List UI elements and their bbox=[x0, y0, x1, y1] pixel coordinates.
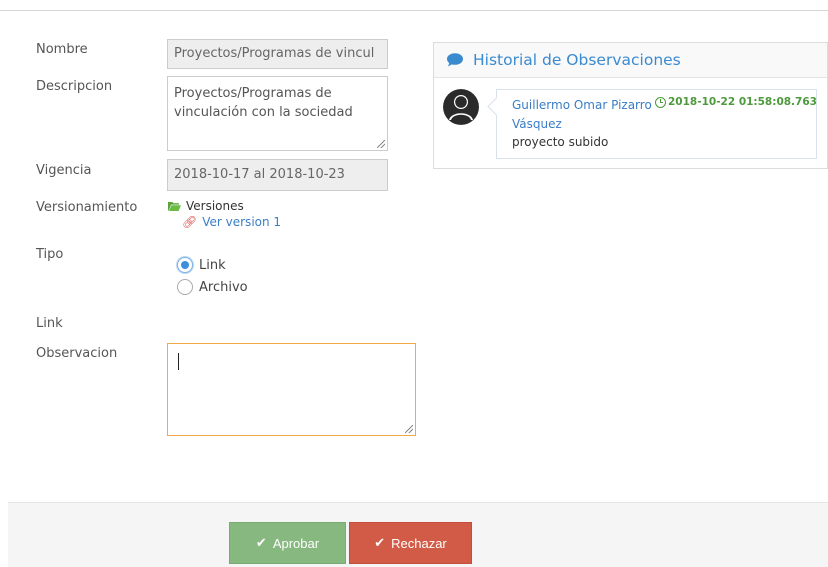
versions-tree: Versiones 🔗︎ Ver version 1 bbox=[168, 199, 281, 229]
descripcion-text: Proyectos/Programas de vinculación con l… bbox=[174, 86, 353, 120]
link-icon: 🔗︎ bbox=[182, 215, 198, 229]
tipo-label: Tipo bbox=[36, 247, 64, 262]
resize-grip-icon[interactable] bbox=[405, 425, 413, 433]
tipo-radio-group: Link Archivo bbox=[177, 254, 248, 298]
vigencia-field[interactable]: 2018-10-17 al 2018-10-23 bbox=[167, 159, 388, 191]
reject-button[interactable]: ✔ Rechazar bbox=[349, 522, 472, 564]
history-message: proyecto subido bbox=[512, 135, 609, 149]
resize-grip-icon[interactable] bbox=[377, 140, 385, 148]
versiones-label: Versiones bbox=[186, 199, 244, 213]
radio-link-label: Link bbox=[199, 257, 226, 273]
vigencia-label: Vigencia bbox=[36, 163, 92, 178]
descripcion-textarea[interactable]: Proyectos/Programas de vinculación con l… bbox=[167, 76, 388, 151]
approve-button[interactable]: ✔ Aprobar bbox=[229, 522, 346, 564]
ver-version-label: Ver version 1 bbox=[202, 215, 282, 229]
history-entry: Guillermo Omar Pizarro Vásquez 2018-10-2… bbox=[443, 89, 817, 159]
observacion-label: Observacion bbox=[36, 346, 118, 361]
tipo-option-link[interactable]: Link bbox=[177, 254, 248, 276]
ver-version-link[interactable]: 🔗︎ Ver version 1 bbox=[182, 215, 281, 229]
user-silhouette-icon bbox=[443, 89, 479, 125]
folder-open-icon bbox=[168, 202, 181, 211]
history-title: Historial de Observaciones bbox=[473, 51, 681, 69]
history-author-link[interactable]: Guillermo Omar Pizarro Vásquez bbox=[512, 96, 672, 134]
avatar bbox=[443, 89, 479, 125]
check-icon: ✔ bbox=[255, 535, 267, 550]
observacion-textarea[interactable] bbox=[167, 343, 416, 436]
descripcion-label: Descripcion bbox=[36, 79, 113, 94]
comment-icon bbox=[447, 53, 463, 67]
versionamiento-label: Versionamiento bbox=[36, 200, 138, 215]
link-label: Link bbox=[36, 316, 63, 331]
history-panel: Historial de Observaciones Guillermo Oma… bbox=[433, 42, 828, 169]
radio-archivo-label: Archivo bbox=[199, 279, 248, 295]
nombre-field[interactable]: Proyectos/Programas de vincul bbox=[167, 39, 388, 69]
history-bubble: Guillermo Omar Pizarro Vásquez 2018-10-2… bbox=[496, 89, 817, 159]
history-timestamp-text: 2018-10-22 01:58:08.763 bbox=[668, 96, 817, 108]
nombre-label: Nombre bbox=[36, 42, 88, 57]
radio-archivo[interactable] bbox=[177, 279, 193, 295]
tipo-option-archivo[interactable]: Archivo bbox=[177, 276, 248, 298]
top-divider bbox=[0, 10, 828, 11]
text-caret bbox=[178, 353, 179, 370]
history-panel-header: Historial de Observaciones bbox=[434, 43, 827, 78]
approve-label: Aprobar bbox=[272, 535, 320, 551]
history-timestamp: 2018-10-22 01:58:08.763 bbox=[655, 96, 817, 108]
clock-icon bbox=[655, 96, 666, 108]
reject-label: Rechazar bbox=[391, 535, 447, 551]
check-icon: ✔ bbox=[374, 535, 386, 550]
radio-link[interactable] bbox=[177, 257, 193, 273]
